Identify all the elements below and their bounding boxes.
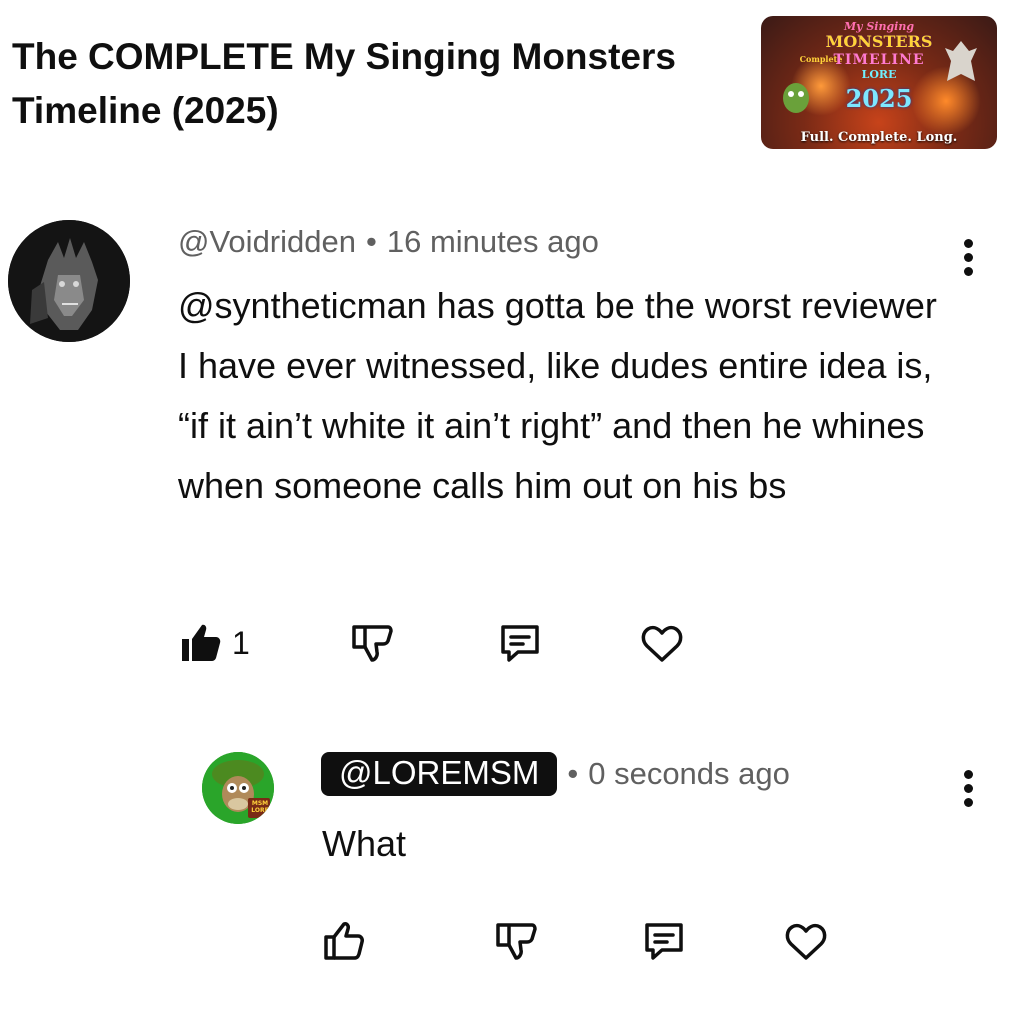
video-header[interactable]: The COMPLETE My Singing Monsters Timelin… (0, 0, 1025, 160)
video-title[interactable]: The COMPLETE My Singing Monsters Timelin… (12, 30, 692, 138)
thumbnail-caption: Full. Complete. Long. (800, 130, 958, 145)
more-vert-icon-dot (963, 783, 973, 793)
comment-meta: @Voidridden • 16 minutes ago (178, 224, 599, 260)
thumbs-up-icon (182, 624, 221, 661)
avatar-monster-image (8, 220, 130, 342)
reply-button[interactable] (640, 916, 688, 966)
reply-more-menu-button[interactable] (953, 764, 983, 812)
thumbs-up-icon (324, 922, 364, 960)
reply-text: What (322, 823, 407, 864)
thumbs-down-icon (496, 923, 537, 960)
dislike-button[interactable] (348, 618, 396, 668)
comment-text: @syntheticman has gotta be the worst rev… (178, 285, 937, 506)
thumbnail-logo-year: 2025 (845, 84, 913, 113)
reply-meta: @LOREMSM • 0 seconds ago (321, 752, 790, 796)
more-vert-icon-dot (963, 266, 973, 276)
like-button[interactable]: 1 (176, 618, 250, 668)
meta-separator: • (567, 756, 579, 791)
heart-button[interactable] (782, 916, 830, 966)
reply-timestamp[interactable]: 0 seconds ago (588, 756, 790, 791)
more-vert-icon-dot (963, 797, 973, 807)
reply-action-bar (320, 916, 840, 966)
reply-icon (501, 625, 539, 662)
comment-timestamp[interactable]: 16 minutes ago (387, 224, 599, 259)
heart-icon (785, 923, 827, 960)
heart-icon (641, 625, 683, 662)
comment-author[interactable]: @Voidridden (178, 224, 356, 259)
more-vert-icon (963, 238, 973, 248)
thumbnail-logo-timeline: TIMELINE (833, 52, 925, 68)
thumbnail-logo-main: MONSTERS (825, 32, 933, 51)
commenter-avatar[interactable] (8, 220, 130, 342)
comment-action-bar: 1 (176, 618, 696, 668)
like-button[interactable] (320, 916, 368, 966)
reply-icon (645, 923, 683, 960)
more-vert-icon-dot (963, 252, 973, 262)
more-vert-icon (963, 769, 973, 779)
reply-button[interactable] (496, 618, 544, 668)
creator-handle-badge[interactable]: @LOREMSM (321, 752, 558, 796)
like-count: 1 (232, 624, 250, 661)
video-thumbnail[interactable]: My Singing MONSTERS Complete TIMELINE LO… (761, 16, 997, 149)
comment-more-menu-button[interactable] (953, 233, 983, 281)
thumbs-down-icon (352, 625, 393, 662)
thumbnail-logo-lore: LORE (861, 68, 897, 81)
reply-avatar-label: MSM LORE (251, 800, 269, 814)
reply-avatar[interactable]: MSM LORE (202, 752, 274, 824)
heart-button[interactable] (638, 618, 686, 668)
meta-separator: • (365, 224, 377, 259)
dislike-button[interactable] (492, 916, 540, 966)
